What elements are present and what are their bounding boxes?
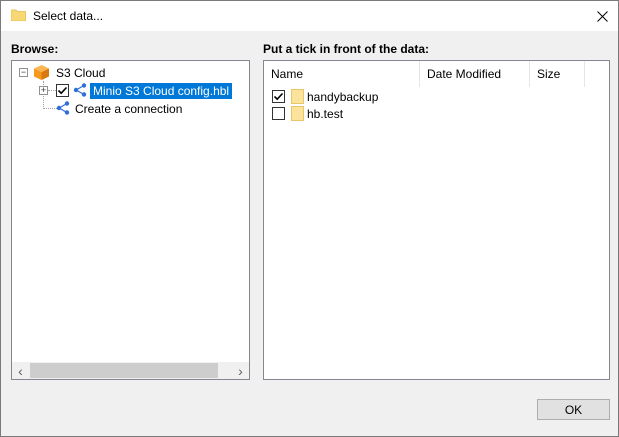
checkmark-icon	[273, 92, 284, 101]
title-bar: Select data...	[1, 1, 618, 31]
list-item[interactable]: hb.test	[264, 105, 584, 122]
data-list[interactable]: Name Date Modified Size handybackup hb.t…	[263, 60, 610, 380]
column-header-name[interactable]: Name	[264, 61, 420, 87]
tree-connector	[48, 90, 56, 91]
data-list-label: Put a tick in front of the data:	[263, 42, 430, 56]
checkmark-icon	[57, 86, 68, 95]
row-name: handybackup	[307, 90, 379, 104]
folder-icon	[11, 9, 26, 21]
selected-item-label: Minio S3 Cloud config.hbl	[90, 83, 233, 99]
scroll-right-button[interactable]: ›	[232, 362, 249, 379]
dialog-window: Select data... Browse: Put a tick in fro…	[0, 0, 619, 437]
tree-item-create-connection[interactable]: Create a connection	[75, 100, 182, 118]
chevron-right-icon: ›	[238, 362, 243, 379]
horizontal-scrollbar[interactable]: ‹ ›	[12, 362, 249, 379]
list-item[interactable]: handybackup	[264, 88, 584, 105]
s3-cube-icon	[34, 65, 49, 80]
collapse-glyph: −	[20, 67, 27, 77]
scrollbar-thumb[interactable]	[30, 363, 218, 378]
share-node-icon	[56, 101, 70, 115]
column-header-date-modified[interactable]: Date Modified	[420, 61, 530, 87]
config-checkbox[interactable]	[56, 84, 69, 97]
column-header-size[interactable]: Size	[530, 61, 585, 87]
tree-collapse-toggle[interactable]: −	[19, 68, 28, 77]
tree-item-minio-config[interactable]: Minio S3 Cloud config.hbl	[90, 82, 233, 100]
close-button[interactable]	[586, 1, 618, 31]
browse-tree[interactable]: − S3 Cloud + Minio S3 Cloud config.hbl C…	[11, 60, 250, 380]
tree-item-s3-cloud[interactable]: S3 Cloud	[56, 64, 105, 82]
ok-button[interactable]: OK	[537, 399, 610, 420]
row-checkbox[interactable]	[272, 90, 285, 103]
chevron-left-icon: ‹	[18, 362, 23, 379]
row-checkbox[interactable]	[272, 107, 285, 120]
window-title: Select data...	[33, 9, 104, 23]
folder-icon	[291, 106, 304, 121]
tree-expand-toggle[interactable]: +	[39, 86, 48, 95]
close-icon	[596, 10, 608, 22]
tree-connector	[43, 108, 57, 109]
share-node-icon	[73, 83, 87, 97]
row-name: hb.test	[307, 107, 344, 121]
browse-label: Browse:	[11, 42, 59, 56]
scroll-left-button[interactable]: ‹	[12, 362, 29, 379]
folder-icon	[291, 89, 304, 104]
tree-content: − S3 Cloud + Minio S3 Cloud config.hbl C…	[12, 61, 249, 361]
expand-glyph: +	[40, 85, 47, 95]
